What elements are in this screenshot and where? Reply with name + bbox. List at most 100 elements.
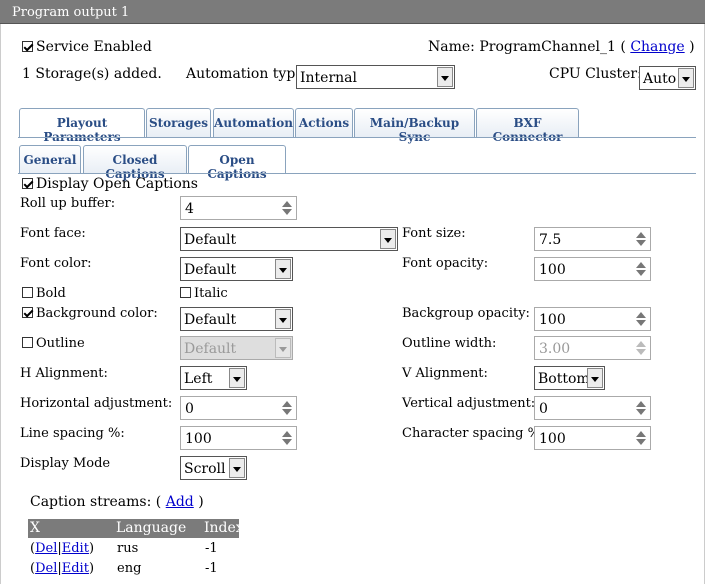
outline-width-label: Outline width: [402, 336, 497, 351]
italic-checkbox[interactable]: Italic [180, 286, 228, 301]
background-opacity-label: Backgroup opacity: [402, 306, 530, 321]
bold-label: Bold [36, 286, 66, 301]
background-opacity-spinner[interactable]: 100 [534, 307, 651, 331]
line-spacing-label: Line spacing %: [20, 426, 125, 441]
chevron-down-icon [275, 338, 291, 358]
spinner-arrows-icon [636, 400, 646, 416]
font-color-select[interactable]: Default [180, 257, 293, 281]
roll-up-buffer-spinner[interactable]: 4 [180, 196, 297, 220]
line-spacing-value: 100 [185, 431, 212, 447]
paren-open: ( [155, 494, 162, 510]
add-caption-stream-link[interactable]: Add [166, 494, 194, 510]
character-spacing-label: Character spacing %: [402, 426, 545, 441]
outline-checkbox[interactable]: Outline [22, 336, 85, 351]
character-spacing-spinner[interactable]: 100 [534, 426, 651, 450]
chevron-down-icon [275, 309, 291, 329]
vertical-adjustment-label: Vertical adjustment: [402, 396, 536, 411]
name-value: ProgramChannel_1 [479, 39, 616, 55]
vertical-adjustment-spinner[interactable]: 0 [534, 396, 651, 420]
paren-close: ) [689, 39, 695, 55]
caption-streams-label: Caption streams: [30, 494, 152, 510]
chevron-down-icon [437, 67, 453, 87]
bold-check-icon [22, 287, 33, 298]
chevron-down-icon [229, 458, 245, 478]
v-alignment-select[interactable]: Bottom [534, 366, 605, 390]
spinner-arrows-icon [282, 400, 292, 416]
storage-count-text: 1 Storage(s) added. [22, 66, 162, 82]
display-open-captions-label: Display Open Captions [36, 176, 198, 192]
outline-color-value: Default [184, 341, 237, 357]
h-alignment-label: H Alignment: [20, 366, 108, 381]
table-row: (Del|Edit) [30, 541, 94, 556]
line-spacing-spinner[interactable]: 100 [180, 426, 297, 450]
spinner-arrows-icon [636, 340, 646, 356]
paren-open: ( [620, 39, 626, 55]
automation-type-select[interactable]: Internal [296, 65, 455, 89]
window-title: Program output 1 [0, 0, 705, 24]
tab-playout-parameters[interactable]: Playout Parameters [19, 108, 145, 144]
paren-close: ) [198, 494, 204, 510]
display-mode-label: Display Mode [20, 456, 111, 471]
display-mode-select[interactable]: Scroll [180, 456, 247, 480]
tab-automation[interactable]: Automation [213, 108, 294, 137]
horizontal-adjustment-spinner[interactable]: 0 [180, 396, 297, 420]
cpu-cluster-select[interactable]: Auto [639, 66, 696, 90]
display-open-captions-check-icon [22, 178, 33, 189]
h-alignment-value: Left [184, 371, 213, 387]
roll-up-buffer-value: 4 [185, 201, 194, 217]
service-enabled-label: Service Enabled [36, 39, 152, 55]
outline-color-select: Default [180, 336, 293, 360]
font-opacity-spinner[interactable]: 100 [534, 257, 651, 281]
spinner-arrows-icon [282, 430, 292, 446]
delete-stream-link[interactable]: Del [35, 561, 57, 576]
chevron-down-icon [275, 259, 291, 279]
background-color-value: Default [184, 312, 237, 328]
chevron-down-icon [587, 368, 603, 388]
display-open-captions-checkbox[interactable]: Display Open Captions [22, 176, 198, 192]
edit-stream-link[interactable]: Edit [62, 561, 89, 576]
caption-streams-heading: Caption streams: ( Add ) [30, 494, 204, 510]
horizontal-adjustment-value: 0 [185, 401, 194, 417]
column-header-index: Index [204, 520, 244, 536]
bold-checkbox[interactable]: Bold [22, 286, 66, 301]
name-prefix: Name: [428, 39, 475, 55]
service-enabled-check-icon [22, 41, 33, 52]
tab-actions[interactable]: Actions [295, 108, 353, 137]
font-size-spinner[interactable]: 7.5 [534, 227, 651, 251]
tab-general[interactable]: General [19, 145, 81, 174]
tab-storages[interactable]: Storages [146, 108, 211, 137]
h-alignment-select[interactable]: Left [180, 366, 247, 390]
change-name-link[interactable]: Change [630, 39, 684, 55]
horizontal-adjustment-label: Horizontal adjustment: [20, 396, 173, 411]
edit-stream-link[interactable]: Edit [62, 541, 89, 556]
italic-label: Italic [194, 286, 228, 301]
chevron-down-icon [380, 229, 396, 249]
font-opacity-label: Font opacity: [402, 256, 489, 271]
outline-check-icon [22, 337, 33, 348]
character-spacing-value: 100 [539, 431, 566, 447]
outline-width-value: 3.00 [539, 341, 571, 357]
font-color-value: Default [184, 262, 237, 278]
tab-bxf-connector[interactable]: BXF Connector [476, 108, 579, 144]
spinner-arrows-icon [282, 200, 292, 216]
tab-main-backup-sync[interactable]: Main/Backup Sync [354, 108, 475, 144]
chevron-down-icon [229, 368, 245, 388]
service-enabled-checkbox[interactable]: Service Enabled [22, 39, 152, 55]
delete-stream-link[interactable]: Del [35, 541, 57, 556]
background-color-checkbox[interactable]: Background color: [22, 306, 158, 321]
font-face-label: Font face: [20, 226, 86, 241]
font-size-label: Font size: [402, 226, 466, 241]
stream-language: eng [117, 561, 142, 576]
column-header-language: Language [116, 520, 187, 536]
v-alignment-value: Bottom [538, 371, 590, 387]
vertical-adjustment-value: 0 [539, 401, 548, 417]
tab-closed-captions[interactable]: Closed Captions [83, 145, 187, 181]
font-face-select[interactable]: Default [180, 227, 398, 251]
tab-open-captions[interactable]: Open Captions [188, 145, 286, 181]
background-color-select[interactable]: Default [180, 307, 293, 331]
background-color-label: Background color: [36, 306, 158, 321]
spinner-arrows-icon [636, 261, 646, 277]
cpu-cluster-value: Auto [643, 71, 677, 87]
paren-close: ) [88, 561, 95, 576]
font-size-value: 7.5 [539, 232, 562, 248]
